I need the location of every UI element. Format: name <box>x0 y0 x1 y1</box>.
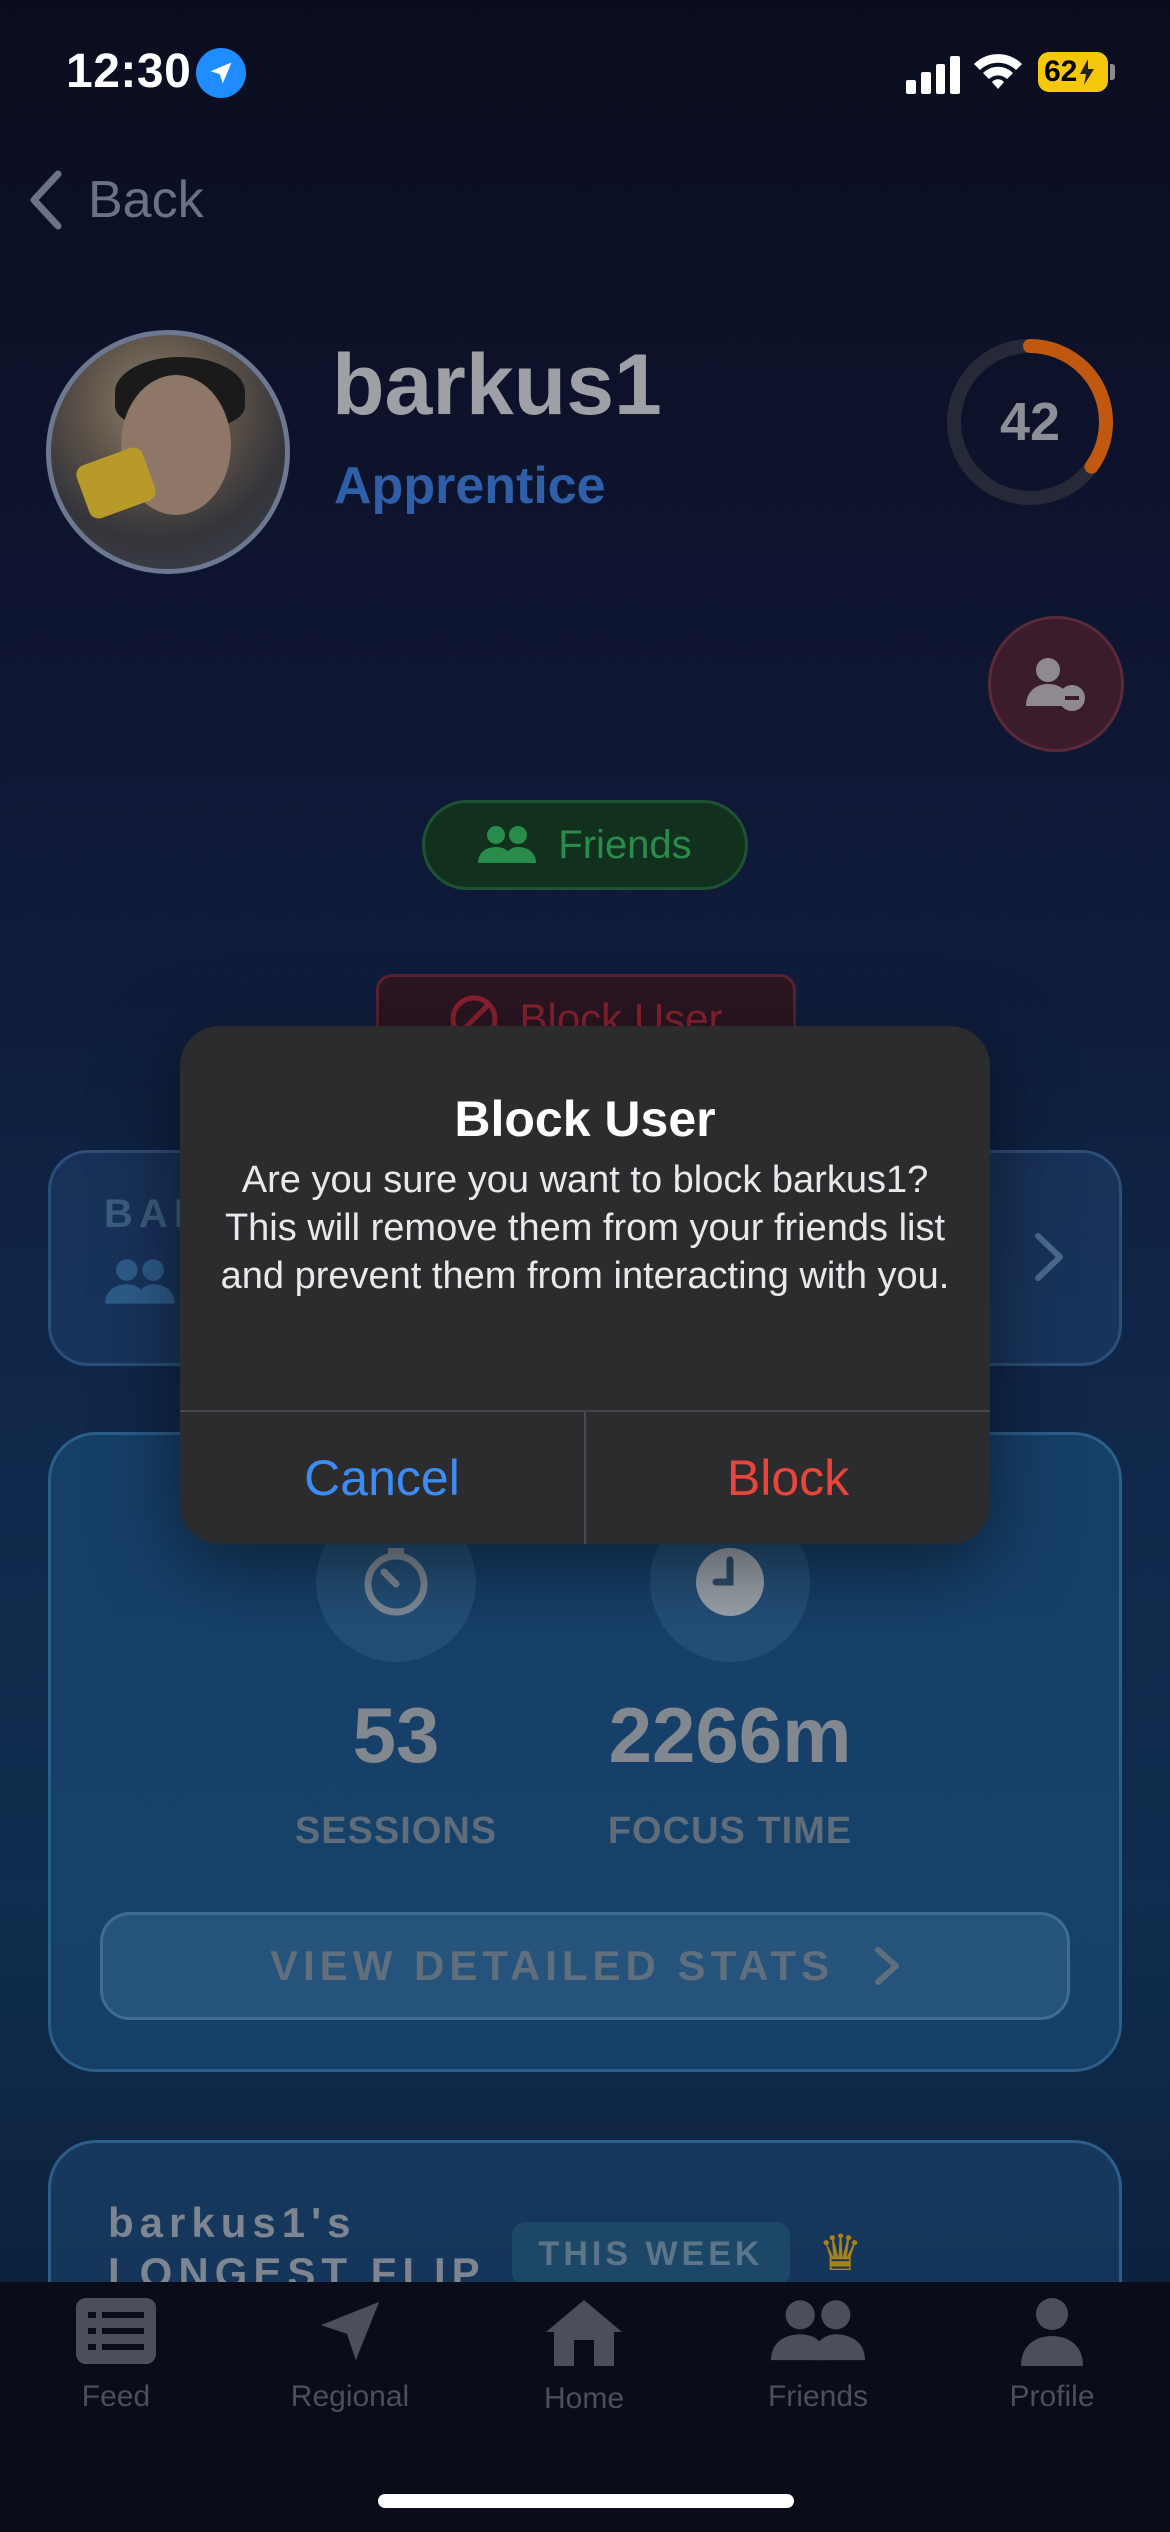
view-detailed-stats-label: VIEW DETAILED STATS <box>270 1942 834 1989</box>
chevron-left-icon <box>30 170 62 230</box>
tab-friends-label: Friends <box>767 2380 869 2413</box>
cellular-signal-icon <box>906 52 960 94</box>
person-minus-icon <box>1026 658 1085 711</box>
battery-tip <box>1110 64 1115 80</box>
back-label: Back <box>88 171 204 229</box>
home-indicator[interactable] <box>378 2494 794 2508</box>
tab-friends[interactable]: Friends <box>718 2296 918 2414</box>
friend-status-label: Friends <box>558 822 692 867</box>
remove-friend-button[interactable] <box>988 616 1124 752</box>
battery-level: 62 <box>1044 55 1078 88</box>
stopwatch-icon <box>360 1546 432 1623</box>
block-user-alert: Block User Are you sure you want to bloc… <box>180 1026 990 1544</box>
tab-regional-label: Regional <box>290 2380 410 2413</box>
tab-profile-label: Profile <box>1009 2380 1095 2413</box>
alert-title: Block User <box>454 1091 716 1147</box>
friends-icon <box>478 826 537 863</box>
chevron-right-icon <box>875 1947 899 1985</box>
avatar <box>46 330 290 574</box>
clock-icon <box>694 1546 766 1623</box>
this-week-badge: THIS WEEK <box>512 2222 790 2286</box>
rank-label: Apprentice <box>334 457 606 515</box>
tab-feed[interactable]: Feed <box>16 2296 216 2414</box>
battery-icon: 62 <box>1038 52 1108 92</box>
level-number: 42 <box>999 392 1061 452</box>
focus-time-value: 2266m <box>608 1691 852 1779</box>
wifi-icon <box>970 48 1026 94</box>
location-services-icon <box>196 48 246 98</box>
crown-icon: ♛ <box>818 2225 863 2281</box>
tab-feed-label: Feed <box>81 2380 151 2413</box>
home-icon <box>546 2300 622 2366</box>
location-arrow-icon <box>320 2301 380 2361</box>
tab-home-label: Home <box>543 2382 625 2415</box>
confirm-block-button[interactable]: Block <box>586 1412 990 1544</box>
friends-icon <box>771 2300 865 2361</box>
chevron-right-icon <box>1032 1232 1066 1287</box>
sessions-label: SESSIONS <box>294 1810 498 1852</box>
username: barkus1 <box>332 337 662 433</box>
friends-icon <box>104 1258 176 1311</box>
cancel-button[interactable]: Cancel <box>180 1412 584 1544</box>
feed-icon <box>76 2298 156 2364</box>
tab-home[interactable]: Home <box>484 2296 684 2416</box>
focus-time-label: FOCUS TIME <box>607 1810 853 1852</box>
sessions-value: 53 <box>352 1691 440 1779</box>
profile-icon <box>1021 2298 1083 2366</box>
alert-message: Are you sure you want to block barkus1? … <box>220 1159 950 1297</box>
view-detailed-stats-button[interactable]: VIEW DETAILED STATS <box>100 1912 1070 2020</box>
status-time: 12:30 <box>66 45 192 98</box>
tab-profile[interactable]: Profile <box>952 2296 1152 2414</box>
flip-title-line1: barkus1's <box>108 2199 357 2246</box>
back-button[interactable]: Back <box>28 170 204 230</box>
tab-regional[interactable]: Regional <box>250 2296 450 2414</box>
friend-status-badge[interactable]: Friends <box>422 800 748 890</box>
